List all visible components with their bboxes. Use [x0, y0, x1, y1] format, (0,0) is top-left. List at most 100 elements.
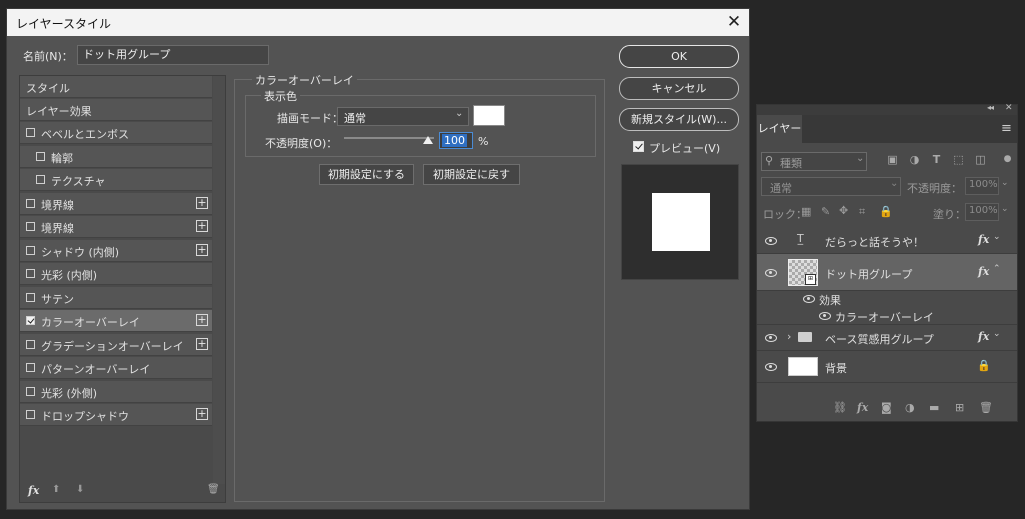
pixel-filter-icon[interactable]: ▣ — [886, 153, 899, 166]
adjustment-filter-icon[interactable]: ◑ — [908, 153, 921, 166]
panel-close-icon[interactable]: ✕ — [1005, 103, 1013, 113]
link-icon[interactable]: ⛓ — [833, 401, 847, 414]
effect-checkbox[interactable] — [26, 245, 35, 255]
dialog-titlebar[interactable]: レイヤースタイル ✕ — [7, 9, 749, 36]
opacity-slider-track[interactable] — [344, 137, 434, 139]
fx-icon[interactable]: fx — [978, 265, 989, 278]
add-effect-icon[interactable]: + — [196, 220, 208, 232]
effect-checkbox[interactable] — [26, 198, 35, 208]
chevron-right-icon[interactable]: › — [787, 330, 791, 343]
opacity-slider-thumb[interactable] — [423, 136, 433, 144]
list-scrollbar[interactable] — [213, 76, 225, 484]
effect-checkbox[interactable] — [26, 339, 35, 349]
shape-filter-icon[interactable]: ⬚ — [952, 153, 965, 166]
layer-row-text[interactable]: T̲ だらっと話そうや！ fx ⌄ — [757, 227, 1017, 254]
new-layer-icon[interactable]: ⊞ — [955, 401, 964, 414]
chevron-down-icon[interactable]: ⌄ — [993, 232, 1001, 242]
eye-icon[interactable] — [803, 295, 815, 303]
effect-checkbox[interactable] — [26, 410, 35, 419]
mask-icon[interactable]: ◙ — [881, 401, 892, 414]
effect-item[interactable]: テクスチャ — [20, 169, 212, 191]
effect-item[interactable]: カラーオーバーレイ + — [20, 310, 212, 332]
add-effect-icon[interactable]: + — [196, 243, 208, 256]
eye-icon[interactable] — [765, 237, 777, 245]
effect-item[interactable]: 光彩 (内側) — [20, 263, 212, 285]
effect-checkbox[interactable] — [36, 151, 45, 161]
lock-artboard-icon[interactable]: ⌗ — [859, 205, 865, 219]
trash-icon[interactable]: 🗑 — [207, 484, 220, 495]
list-header-styles[interactable]: スタイル — [20, 76, 212, 98]
fx-icon[interactable]: fx — [28, 484, 39, 497]
effect-item[interactable]: ベベルとエンボス — [20, 122, 212, 144]
add-effect-icon[interactable]: + — [196, 314, 208, 326]
panel-menu-icon[interactable]: ≡ — [1001, 121, 1012, 136]
trash-icon[interactable]: 🗑 — [979, 401, 993, 414]
layer-row-base-group[interactable]: › ベース質感用グループ fx ⌄ — [757, 325, 1017, 351]
lock-all-icon[interactable]: 🔒 — [879, 205, 893, 218]
new-style-button[interactable]: 新規スタイル(W)... — [619, 108, 739, 131]
lock-move-icon[interactable]: ✥ — [839, 204, 848, 217]
layer-row-background[interactable]: 背景 🔒 — [757, 351, 1017, 383]
effect-checkbox[interactable] — [26, 292, 35, 302]
effect-item-row[interactable]: カラーオーバーレイ — [757, 308, 1017, 325]
list-section-layer-effects[interactable]: レイヤー効果 — [20, 99, 212, 121]
effect-checkbox[interactable] — [26, 222, 35, 231]
overlay-color-swatch[interactable] — [473, 105, 505, 126]
arrow-up-icon[interactable]: ⬆ — [52, 484, 60, 495]
chevron-up-icon[interactable]: ⌃ — [993, 264, 1001, 274]
effect-item[interactable]: 輪郭 — [20, 145, 212, 168]
effects-label: 効果 — [819, 294, 841, 307]
close-icon[interactable]: ✕ — [722, 11, 746, 33]
effect-item[interactable]: 境界線 + — [20, 216, 212, 238]
effect-checkbox[interactable] — [36, 175, 45, 184]
effect-item[interactable]: サテン — [20, 286, 212, 309]
fx-icon[interactable]: fx — [978, 233, 989, 246]
fx-icon[interactable]: fx — [978, 330, 989, 343]
arrow-down-icon[interactable]: ⬇ — [76, 484, 84, 495]
fx-icon[interactable]: fx — [857, 401, 868, 414]
lock-brush-icon[interactable]: ✎ — [821, 205, 830, 218]
layer-opacity-input[interactable]: 100% — [965, 177, 999, 195]
type-filter-icon[interactable]: T — [930, 153, 943, 166]
lock-transparent-icon[interactable]: ▦ — [801, 205, 811, 218]
effect-item[interactable]: シャドウ (内側) + — [20, 239, 212, 262]
eye-icon[interactable] — [819, 312, 831, 320]
preview-checkbox[interactable] — [633, 141, 644, 152]
reset-default-button[interactable]: 初期設定に戻す — [423, 164, 520, 185]
blend-mode-select[interactable]: 通常 ⌄ — [337, 107, 469, 126]
layer-blend-select[interactable]: 通常 ⌄ — [761, 177, 901, 196]
effect-checkbox[interactable] — [26, 363, 35, 372]
effects-row[interactable]: 効果 — [757, 291, 1017, 308]
eye-icon[interactable] — [765, 363, 777, 371]
eye-icon[interactable] — [765, 334, 777, 342]
effect-checkbox[interactable] — [26, 316, 35, 325]
collapse-icon[interactable]: ◂◂ — [987, 103, 994, 112]
adjustment-icon[interactable]: ◑ — [905, 401, 915, 414]
opacity-input[interactable]: 100 — [439, 132, 473, 149]
new-group-icon[interactable]: ▬ — [929, 401, 939, 414]
effect-checkbox[interactable] — [26, 386, 35, 396]
add-effect-icon[interactable]: + — [196, 196, 208, 209]
add-effect-icon[interactable]: + — [196, 408, 208, 420]
effect-item[interactable]: パターンオーバーレイ — [20, 357, 212, 379]
layer-row-dot-group[interactable]: ⊞ ドット用グループ fx ⌃ — [757, 254, 1017, 291]
add-effect-icon[interactable]: + — [196, 337, 208, 350]
effect-item[interactable]: 光彩 (外側) — [20, 380, 212, 403]
tab-layers[interactable]: レイヤー — [757, 115, 802, 143]
lock-icon[interactable]: 🔒 — [977, 359, 991, 372]
ok-button[interactable]: OK — [619, 45, 739, 68]
name-input[interactable]: ドット用グループ — [77, 45, 269, 65]
fill-input[interactable]: 100% — [965, 203, 999, 221]
eye-icon[interactable] — [765, 269, 777, 277]
cancel-button[interactable]: キャンセル — [619, 77, 739, 100]
effect-item[interactable]: ドロップシャドウ + — [20, 404, 212, 426]
effect-item[interactable]: 境界線 + — [20, 192, 212, 215]
layer-filter-select[interactable]: ⚲ 種類 ⌄ — [761, 152, 867, 171]
smartobject-filter-icon[interactable]: ◫ — [974, 153, 987, 166]
effect-checkbox[interactable] — [26, 128, 35, 137]
effect-checkbox[interactable] — [26, 269, 35, 278]
make-default-button[interactable]: 初期設定にする — [319, 164, 414, 185]
chevron-down-icon[interactable]: ⌄ — [993, 329, 1001, 339]
effect-item[interactable]: グラデーションオーバーレイ + — [20, 333, 212, 356]
filter-toggle-icon[interactable]: ● — [1001, 153, 1014, 166]
